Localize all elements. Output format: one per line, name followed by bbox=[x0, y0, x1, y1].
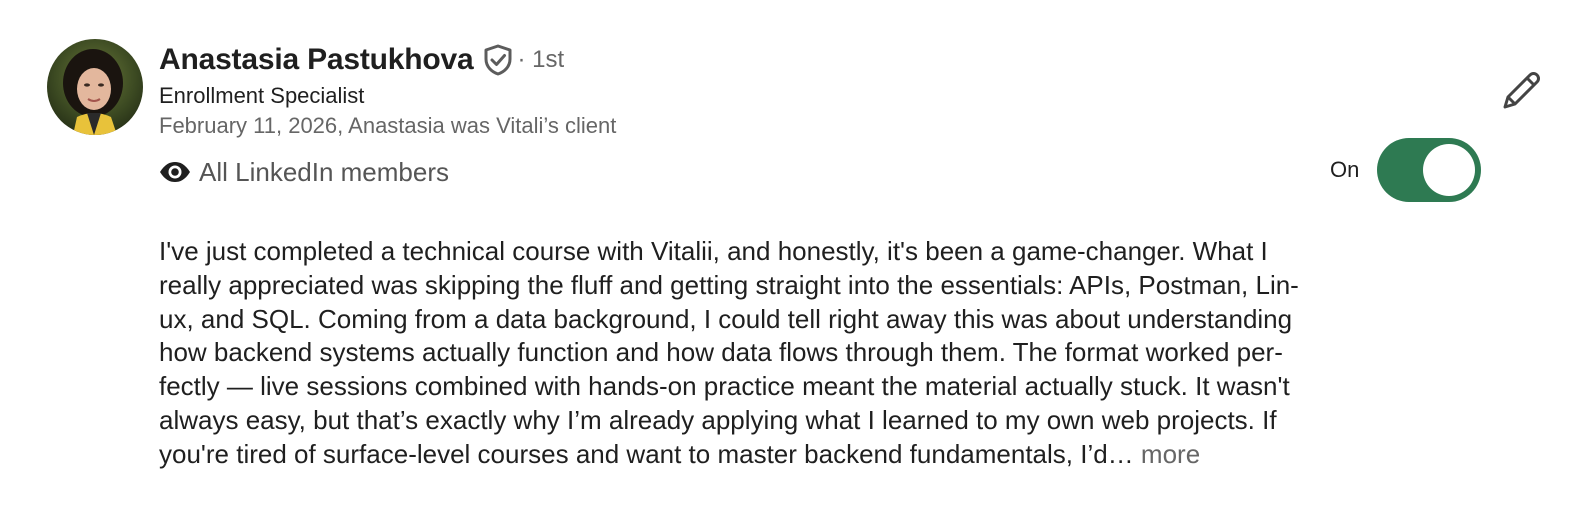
avatar-photo bbox=[47, 39, 143, 135]
recommendation-meta: February 11, 2026, Anastasia was Vitali’… bbox=[159, 113, 617, 138]
recommendation-text-last-line: you're tired of surface-level courses an… bbox=[159, 438, 1449, 472]
show-recommendation-toggle-group: On bbox=[1330, 138, 1482, 202]
eye-icon bbox=[159, 161, 191, 183]
recommendation-card: Anastasia Pastukhova · 1st Enrollment Sp… bbox=[0, 0, 1582, 518]
recommendation-header: Anastasia Pastukhova · 1st Enrollment Sp… bbox=[159, 40, 1359, 141]
recommendation-text-line: really appreciated was skipping the fluf… bbox=[159, 269, 1299, 300]
recommendation-text-line: you're tired of surface-level courses an… bbox=[159, 438, 1134, 469]
visibility-label: All LinkedIn members bbox=[199, 156, 449, 187]
recommendation-text-line: ux, and SQL. Coming from a data backgrou… bbox=[159, 303, 1293, 334]
recommender-headline: Enrollment Specialist bbox=[159, 83, 365, 108]
toggle-knob bbox=[1423, 144, 1476, 196]
recommendation-text-line: always easy, but that’s exactly why I’m … bbox=[159, 404, 1277, 435]
toggle-state-label: On bbox=[1330, 157, 1360, 182]
recommender-name[interactable]: Anastasia Pastukhova bbox=[159, 43, 474, 77]
connection-degree: · 1st bbox=[517, 46, 565, 73]
recommendation-text-line: how backend systems actually function an… bbox=[159, 337, 1283, 368]
recommendation-text-line: fectly — live sessions combined with han… bbox=[159, 371, 1290, 402]
recommendation-text: I've just completed a technical course w… bbox=[159, 235, 1449, 472]
avatar[interactable] bbox=[47, 39, 143, 135]
see-more-link[interactable]: more bbox=[1141, 439, 1200, 469]
pencil-edit-icon[interactable] bbox=[1500, 68, 1544, 112]
visibility-setting[interactable]: All LinkedIn members bbox=[159, 153, 449, 191]
name-row: Anastasia Pastukhova · 1st bbox=[159, 40, 1359, 80]
verified-shield-icon bbox=[483, 44, 513, 76]
show-recommendation-toggle[interactable] bbox=[1377, 138, 1482, 202]
recommendation-text-line: I've just completed a technical course w… bbox=[159, 236, 1268, 266]
